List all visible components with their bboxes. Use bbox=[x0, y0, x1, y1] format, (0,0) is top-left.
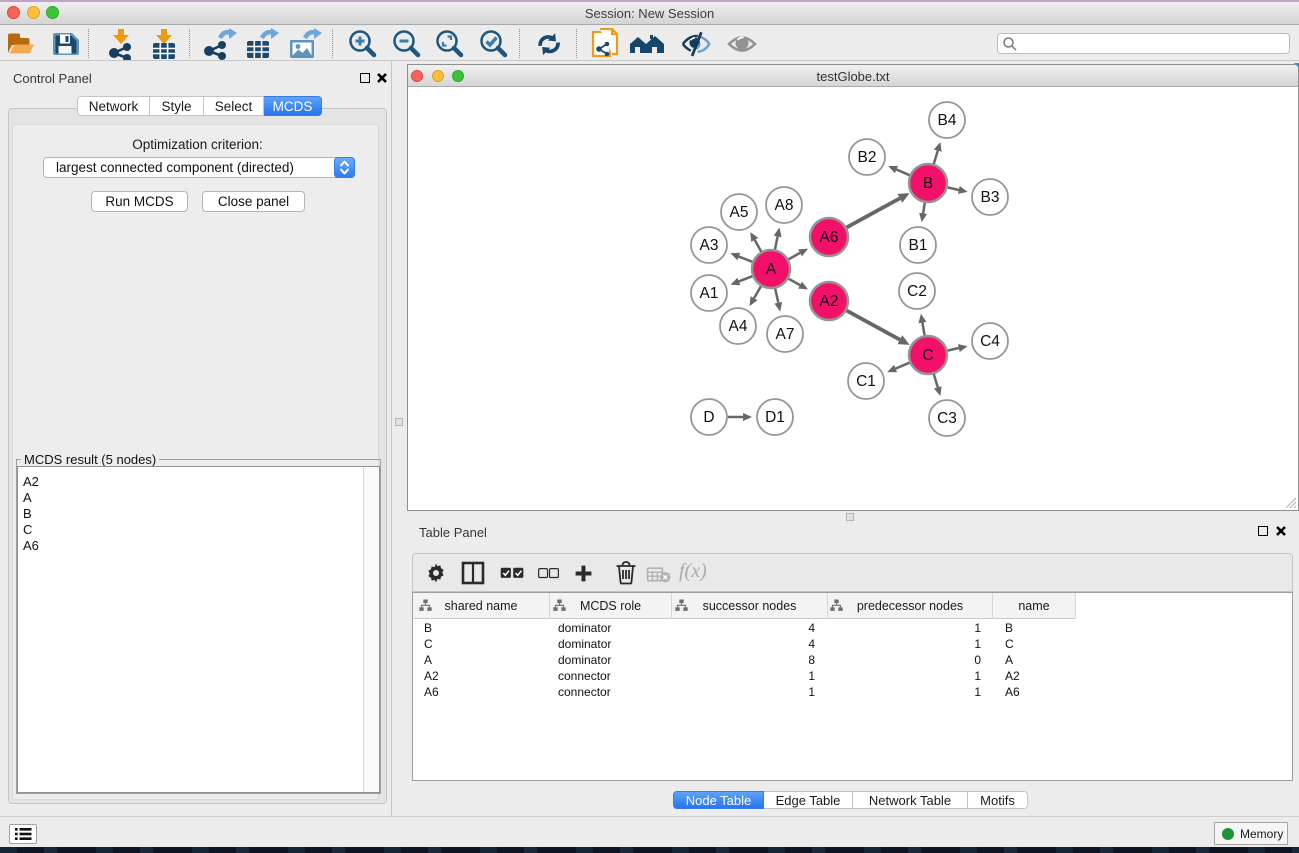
svg-text:B: B bbox=[923, 175, 933, 192]
svg-text:C1: C1 bbox=[856, 373, 876, 390]
svg-text:A7: A7 bbox=[776, 326, 795, 343]
svg-text:B1: B1 bbox=[909, 237, 928, 254]
svg-text:B2: B2 bbox=[858, 149, 877, 166]
svg-text:A: A bbox=[766, 261, 777, 278]
svg-text:C3: C3 bbox=[937, 410, 957, 427]
svg-text:A3: A3 bbox=[700, 237, 719, 254]
svg-text:C2: C2 bbox=[907, 283, 927, 300]
svg-text:C4: C4 bbox=[980, 333, 1000, 350]
svg-text:B4: B4 bbox=[938, 112, 957, 129]
svg-text:D: D bbox=[703, 409, 714, 426]
svg-text:B3: B3 bbox=[981, 189, 1000, 206]
svg-text:C: C bbox=[922, 347, 933, 364]
svg-text:A5: A5 bbox=[730, 204, 749, 221]
svg-text:A8: A8 bbox=[775, 197, 794, 214]
svg-text:A1: A1 bbox=[700, 285, 719, 302]
svg-text:A4: A4 bbox=[729, 318, 748, 335]
svg-text:A2: A2 bbox=[820, 293, 839, 310]
svg-text:D1: D1 bbox=[765, 409, 785, 426]
svg-text:A6: A6 bbox=[820, 229, 839, 246]
